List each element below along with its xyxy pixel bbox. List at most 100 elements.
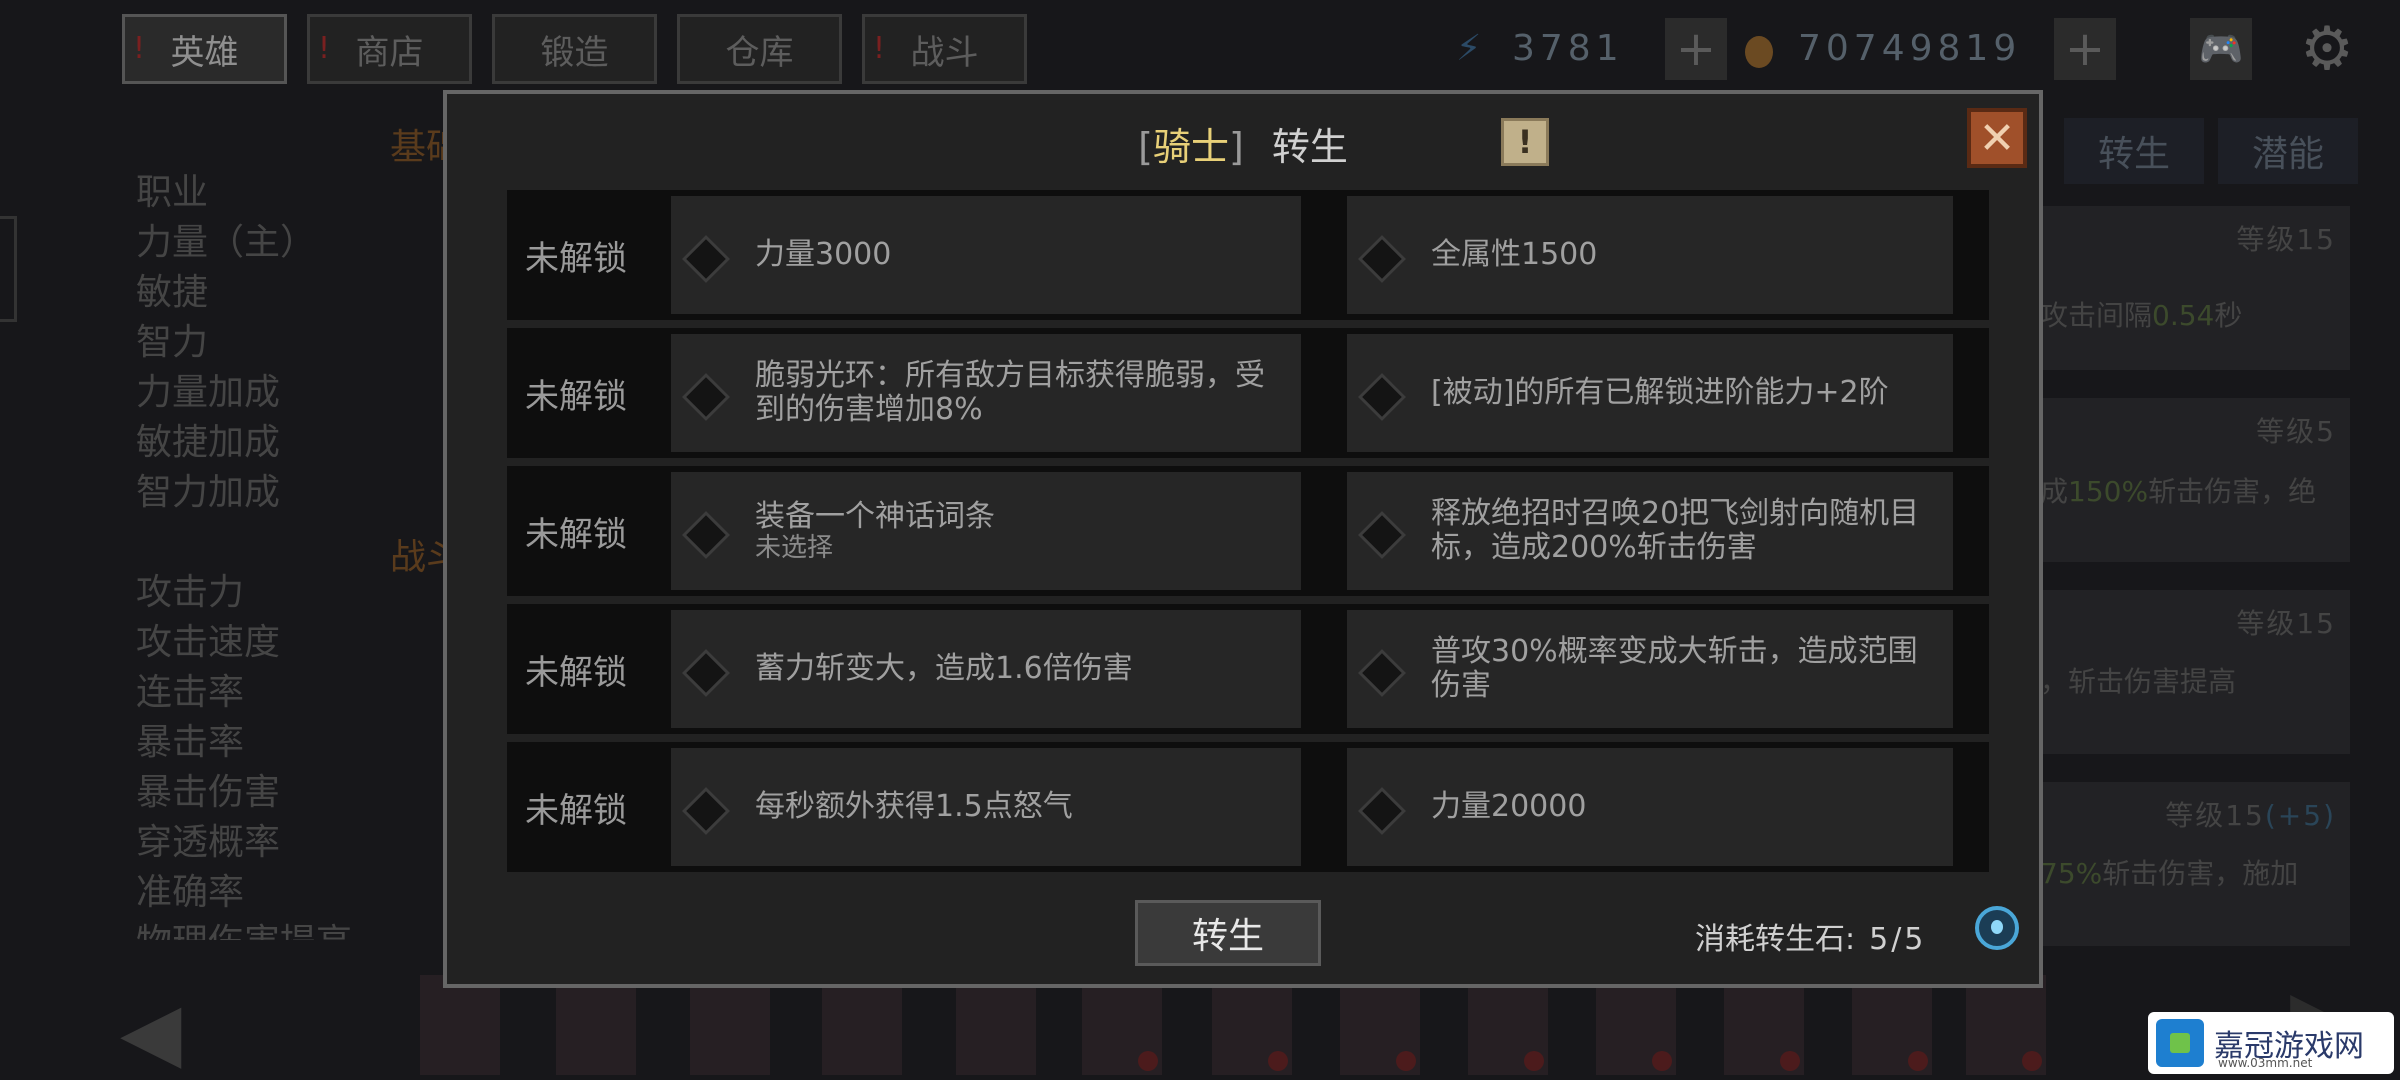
stat-label: 力量加成 (136, 372, 281, 413)
hero-portrait[interactable] (420, 975, 500, 1075)
tab-warehouse[interactable]: 仓库 (677, 14, 842, 84)
skill-level: 等级15(+5) (2165, 799, 2336, 832)
tab-forge[interactable]: 锻造 (492, 14, 657, 84)
class-name: 骑士 (1152, 125, 1229, 169)
stat-label: 职业 (136, 172, 209, 213)
diamond-icon (681, 234, 731, 284)
hero-portrait[interactable] (1852, 975, 1932, 1075)
hero-portrait[interactable] (1468, 975, 1548, 1075)
hero-portrait[interactable] (1212, 975, 1292, 1075)
add-energy-button[interactable]: + (1665, 18, 1727, 80)
stat-label: 准确率 (136, 872, 245, 913)
rebirth-row: 未解锁 蓄力斩变大，造成1.6倍伤害 普攻30%概率变成大斩击，造成范围伤害 (507, 604, 1989, 734)
rebirth-row: 未解锁 装备一个神话词条 未选择 释放绝招时召唤20把飞剑射向随机目标，造成200… (507, 466, 1989, 596)
rebirth-option[interactable]: 每秒额外获得1.5点怒气 (671, 748, 1301, 866)
skill-card[interactable]: 等级15(+5) 75%斩击伤害，施加 (2040, 782, 2350, 946)
info-button[interactable]: ! (1501, 118, 1549, 166)
warning-icon (2022, 1051, 2042, 1071)
option-text: 装备一个神话词条 未选择 (755, 499, 995, 563)
rebirth-row: 未解锁 脆弱光环：所有敌方目标获得脆弱，受到的伤害增加8% [被动]的所有已解锁… (507, 328, 1989, 458)
hero-portrait[interactable] (1082, 975, 1162, 1075)
stat-list: 职业 力量（主） 敏捷 智力 力量加成 敏捷加成 智力加成 攻击力 攻击速度 连… (136, 168, 352, 940)
cost-label: 消耗转生石: (1695, 922, 1856, 957)
hero-portrait[interactable] (556, 975, 636, 1075)
lightning-icon: ⚡ (1456, 28, 1487, 69)
hero-portrait[interactable] (1966, 975, 2046, 1075)
stat-label: 穿透概率 (136, 822, 281, 863)
warning-icon (1652, 1051, 1672, 1071)
skill-card[interactable]: 等级5 成150%斩击伤害，绝 (2040, 398, 2350, 562)
stat-label: 敏捷 (136, 272, 209, 313)
option-text: 释放绝招时召唤20把飞剑射向随机目标，造成200%斩击伤害 (1431, 496, 1920, 565)
button-label: 转生 (1191, 916, 1264, 957)
rebirth-option[interactable]: 释放绝招时召唤20把飞剑射向随机目标，造成200%斩击伤害 (1347, 472, 1953, 590)
rebirth-row: 未解锁 每秒额外获得1.5点怒气 力量20000 (507, 742, 1989, 872)
stat-label: 智力 (136, 322, 209, 363)
skill-desc: 75%斩击伤害，施加 (2040, 857, 2299, 890)
stat-label: 暴击率 (136, 722, 245, 763)
skill-card[interactable]: 等级15 攻击间隔0.54秒 (2040, 206, 2350, 370)
stat-label: 暴击伤害 (136, 772, 281, 813)
tab-potential[interactable]: 潜能 (2218, 118, 2358, 184)
rebirth-option[interactable]: 装备一个神话词条 未选择 (671, 472, 1301, 590)
rebirth-option[interactable]: 力量3000 (671, 196, 1301, 314)
tab-label: 战斗 (910, 32, 979, 73)
tab-rebirth[interactable]: 转生 (2064, 118, 2204, 184)
warning-icon (1138, 1051, 1158, 1071)
rebirth-option[interactable]: 全属性1500 (1347, 196, 1953, 314)
tab-label: 潜能 (2251, 134, 2324, 175)
stat-label: 敏捷加成 (136, 422, 281, 463)
rebirth-row: 未解锁 力量3000 全属性1500 (507, 190, 1989, 320)
hero-portrait[interactable] (822, 975, 902, 1075)
warning-icon (1780, 1051, 1800, 1071)
close-button[interactable]: ✕ (1967, 108, 2027, 168)
rebirth-option[interactable]: 普攻30%概率变成大斩击，造成范围伤害 (1347, 610, 1953, 728)
gear-icon[interactable]: ⚙ (2296, 14, 2358, 84)
diamond-icon (1357, 234, 1407, 284)
unlock-status: 未解锁 (525, 790, 627, 831)
add-gold-button[interactable]: + (2054, 18, 2116, 80)
diamond-icon (1357, 648, 1407, 698)
tab-shop[interactable]: ! 商店 (307, 14, 472, 84)
rebirth-button[interactable]: 转生 (1135, 900, 1321, 966)
plus-icon: + (1675, 21, 1717, 77)
title-action: 转生 (1271, 125, 1348, 169)
hero-portrait[interactable] (1340, 975, 1420, 1075)
diamond-icon (1357, 510, 1407, 560)
warning-icon: ! (133, 31, 146, 66)
hero-portrait[interactable] (690, 975, 770, 1075)
tab-hero[interactable]: ! 英雄 (122, 14, 287, 84)
option-text: 普攻30%概率变成大斩击，造成范围伤害 (1431, 634, 1918, 703)
close-icon: ✕ (1978, 112, 2016, 164)
watermark-url: www.03mm.net (2218, 1056, 2313, 1070)
coin-icon (1745, 36, 1773, 68)
option-text: 每秒额外获得1.5点怒气 (755, 789, 1073, 824)
warning-icon: ! (873, 31, 886, 66)
diamond-icon (1357, 786, 1407, 836)
option-text: 力量3000 (755, 237, 892, 272)
side-drawer-handle[interactable] (0, 216, 17, 322)
rebirth-modal: [骑士] 转生 ! ✕ 未解锁 力量3000 全属性1500 未解锁 脆弱光环：… (443, 90, 2043, 988)
gamepad-icon[interactable]: 🎮 (2190, 18, 2252, 80)
diamond-icon (1357, 372, 1407, 422)
option-text: 全属性1500 (1431, 237, 1598, 272)
rebirth-stone-icon (1975, 906, 2019, 950)
stat-label: 攻击速度 (136, 622, 281, 663)
rebirth-option[interactable]: 力量20000 (1347, 748, 1953, 866)
skill-level: 等级15 (2236, 607, 2336, 640)
title-bracket: ] (1228, 125, 1244, 169)
option-text: 蓄力斩变大，造成1.6倍伤害 (755, 651, 1133, 686)
rebirth-option[interactable]: [被动]的所有已解锁进阶能力+2阶 (1347, 334, 1953, 452)
hero-portrait[interactable] (1596, 975, 1676, 1075)
hero-portrait[interactable] (956, 975, 1036, 1075)
rebirth-option[interactable]: 蓄力斩变大，造成1.6倍伤害 (671, 610, 1301, 728)
tab-label: 锻造 (540, 32, 609, 73)
stat-label: 连击率 (136, 672, 245, 713)
tab-battle[interactable]: ! 战斗 (862, 14, 1027, 84)
stat-label: 攻击力 (136, 572, 245, 613)
skill-card[interactable]: 等级15 ，斩击伤害提高 (2040, 590, 2350, 754)
hero-portrait[interactable] (1724, 975, 1804, 1075)
rebirth-option[interactable]: 脆弱光环：所有敌方目标获得脆弱，受到的伤害增加8% (671, 334, 1301, 452)
prev-arrow-icon[interactable]: ◀ (120, 985, 182, 1078)
stat-label: 智力加成 (136, 472, 281, 513)
